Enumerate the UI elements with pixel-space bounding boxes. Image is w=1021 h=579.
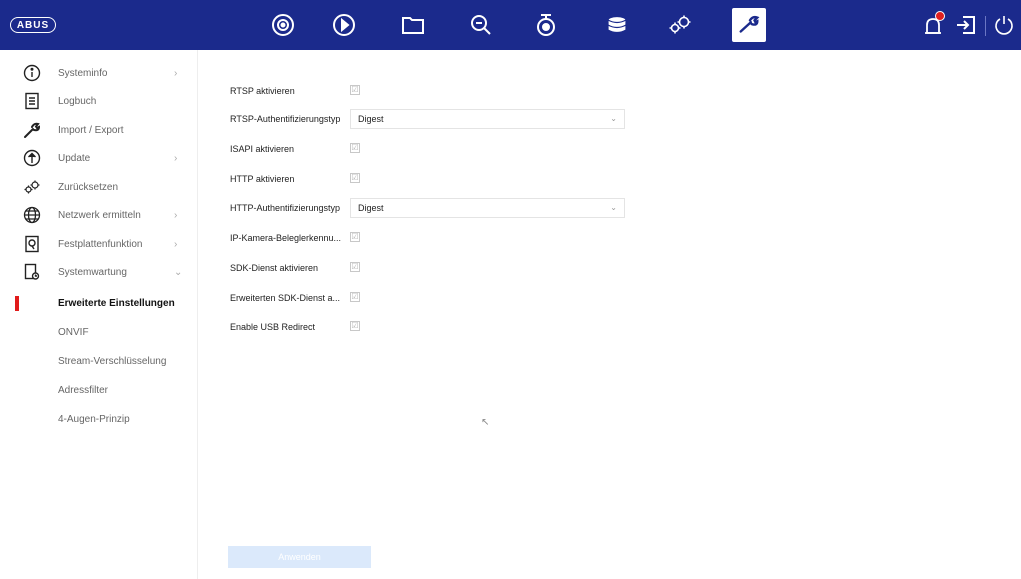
setting-row-sdk-ext-enable: Erweiterten SDK-Dienst a... ☑ (199, 285, 1021, 313)
rtsp-auth-select[interactable]: Digest ⌄ (350, 109, 625, 129)
sidebar-item-update[interactable]: Update › (0, 144, 198, 172)
sidebar-subitem-label: Erweiterte Einstellungen (58, 297, 175, 309)
sidebar-item-label: Logbuch (58, 95, 97, 107)
wrench-icon (22, 120, 42, 140)
http-enable-checkbox[interactable]: ☑ (350, 173, 360, 183)
isapi-enable-checkbox[interactable]: ☑ (350, 143, 360, 153)
setting-row-rtsp-auth: RTSP-Authentifizierungstyp Digest ⌄ (199, 106, 1021, 134)
setting-row-http-auth: HTTP-Authentifizierungstyp Digest ⌄ (199, 195, 1021, 223)
folder-icon[interactable] (397, 10, 429, 40)
log-icon (22, 91, 42, 111)
setting-label: HTTP aktivieren (230, 174, 295, 184)
top-navigation-bar: ABUS (0, 0, 1021, 50)
select-value: Digest (358, 114, 384, 124)
chevron-down-icon: ⌄ (610, 114, 617, 123)
maintenance-icon (22, 262, 42, 282)
topbar-divider (985, 16, 986, 36)
play-icon[interactable] (328, 10, 360, 40)
logout-icon[interactable] (953, 12, 979, 38)
ptz-camera-icon[interactable] (530, 10, 562, 40)
info-icon (22, 63, 42, 83)
storage-icon[interactable] (601, 10, 633, 40)
usb-redirect-checkbox[interactable]: ☑ (350, 321, 360, 331)
update-icon (22, 148, 42, 168)
mouse-cursor-icon: ↖ (481, 417, 490, 428)
setting-row-http-enable: HTTP aktivieren ☑ (199, 166, 1021, 194)
active-marker (15, 296, 19, 311)
setting-label: IP-Kamera-Beleglerkennu... (230, 233, 342, 243)
abus-logo: ABUS (10, 17, 56, 33)
select-value: Digest (358, 203, 384, 213)
wrench-icon[interactable] (732, 8, 766, 42)
sidebar-item-logbuch[interactable]: Logbuch (0, 87, 198, 115)
sidebar-subitem-onvif[interactable]: ONVIF (0, 318, 198, 346)
sidebar: Systeminfo › Logbuch Import / Export Upd… (0, 50, 198, 579)
chevron-down-icon: ⌄ (610, 203, 617, 212)
rtsp-enable-checkbox[interactable]: ☑ (350, 85, 360, 95)
sidebar-item-import-export[interactable]: Import / Export (0, 116, 198, 144)
search-icon[interactable] (465, 10, 497, 40)
chevron-down-icon: ⌄ (174, 266, 183, 278)
alarm-icon[interactable] (921, 11, 947, 38)
chevron-right-icon: › (174, 67, 178, 79)
setting-label: RTSP-Authentifizierungstyp (230, 114, 341, 124)
sidebar-subitem-label: Adressfilter (58, 384, 109, 396)
sidebar-item-zuruecksetzen[interactable]: Zurücksetzen (0, 173, 198, 201)
ip-camera-notify-checkbox[interactable]: ☑ (350, 232, 360, 242)
sidebar-item-label: Zurücksetzen (58, 181, 119, 193)
sidebar-subitem-4-augen-prinzip[interactable]: 4-Augen-Prinzip (0, 405, 198, 433)
apply-button[interactable]: Anwenden (228, 546, 371, 568)
sidebar-subitem-erweiterte-einstellungen[interactable]: Erweiterte Einstellungen (0, 289, 198, 317)
sidebar-item-systemwartung[interactable]: Systemwartung ⌄ (0, 258, 198, 286)
chevron-right-icon: › (174, 209, 178, 221)
camera-icon[interactable] (267, 10, 299, 40)
setting-row-sdk-enable: SDK-Dienst aktivieren ☑ (199, 255, 1021, 283)
setting-label: SDK-Dienst aktivieren (230, 263, 319, 273)
setting-label: HTTP-Authentifizierungstyp (230, 203, 341, 213)
sidebar-subitem-stream-verschluesselung[interactable]: Stream-Verschlüsselung (0, 347, 198, 375)
sdk-enable-checkbox[interactable]: ☑ (350, 262, 360, 272)
chevron-right-icon: › (174, 152, 178, 164)
sidebar-item-label: Systeminfo (58, 67, 108, 79)
power-icon[interactable] (991, 12, 1017, 38)
setting-label: Enable USB Redirect (230, 322, 316, 332)
sdk-ext-enable-checkbox[interactable]: ☑ (350, 292, 360, 302)
sidebar-item-label: Update (58, 152, 91, 164)
sidebar-item-label: Netzwerk ermitteln (58, 209, 141, 221)
sidebar-subitem-label: Stream-Verschlüsselung (58, 355, 167, 367)
setting-row-rtsp-enable: RTSP aktivieren ☑ (199, 78, 1021, 106)
sidebar-item-systeminfo[interactable]: Systeminfo › (0, 59, 198, 87)
setting-label: RTSP aktivieren (230, 86, 295, 96)
alarm-badge (935, 11, 945, 21)
http-auth-select[interactable]: Digest ⌄ (350, 198, 625, 218)
globe-icon (22, 205, 42, 225)
setting-row-usb-redirect: Enable USB Redirect ☑ (199, 314, 1021, 342)
sidebar-item-label: Import / Export (58, 124, 124, 136)
sidebar-subitem-adressfilter[interactable]: Adressfilter (0, 376, 198, 404)
sidebar-item-label: Festplattenfunktion (58, 238, 143, 250)
settings-panel: RTSP aktivieren ☑ RTSP-Authentifizierung… (199, 50, 1021, 579)
setting-row-isapi-enable: ISAPI aktivieren ☑ (199, 136, 1021, 164)
sidebar-item-label: Systemwartung (58, 266, 127, 278)
sidebar-subitem-label: ONVIF (58, 326, 89, 338)
hdd-icon (22, 234, 42, 254)
gears-icon[interactable] (664, 10, 696, 40)
setting-row-ip-camera-notify: IP-Kamera-Beleglerkennu... ☑ (199, 225, 1021, 253)
reset-gears-icon (22, 177, 42, 197)
sidebar-item-netzwerk-ermitteln[interactable]: Netzwerk ermitteln › (0, 201, 198, 229)
setting-label: ISAPI aktivieren (230, 144, 295, 154)
sidebar-item-festplattenfunktion[interactable]: Festplattenfunktion › (0, 230, 198, 258)
chevron-right-icon: › (174, 238, 178, 250)
sidebar-subitem-label: 4-Augen-Prinzip (58, 413, 130, 425)
setting-label: Erweiterten SDK-Dienst a... (230, 293, 341, 303)
